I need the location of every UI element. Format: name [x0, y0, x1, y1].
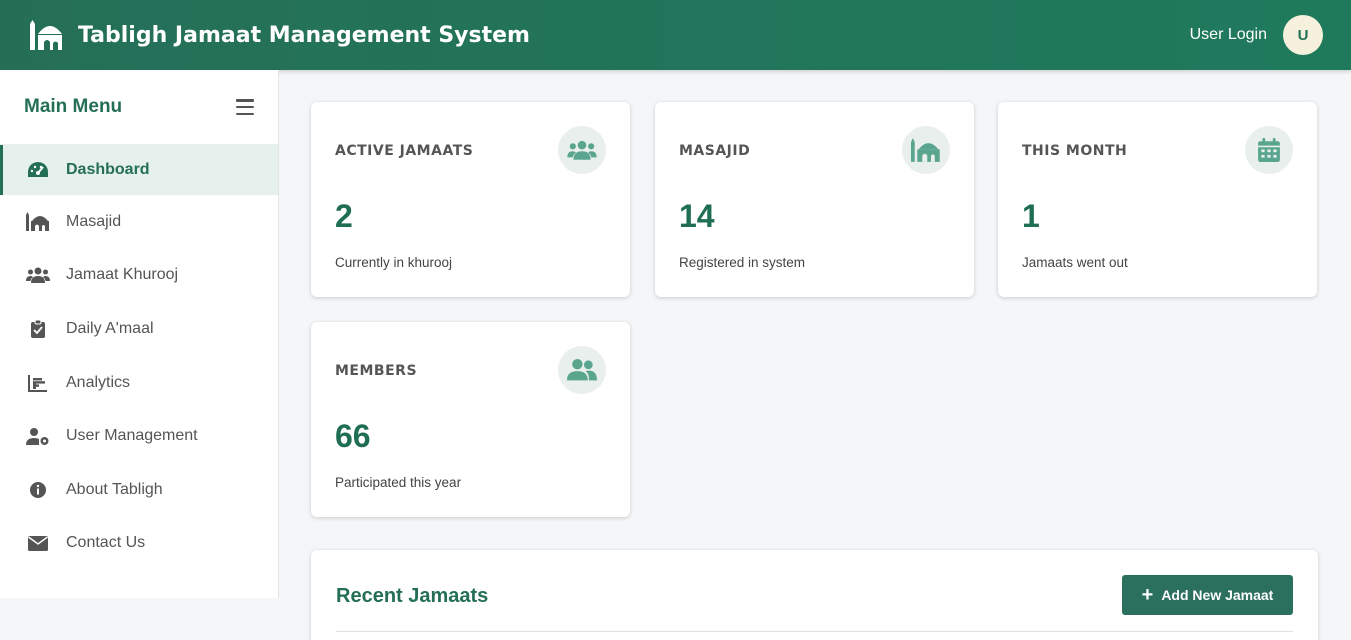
stat-card-masajid[interactable]: MASAJID 14 Registered in system	[655, 102, 974, 297]
header-actions: User Login U	[1190, 15, 1323, 55]
stat-value: 14	[679, 198, 715, 234]
bar-chart-icon	[26, 373, 50, 393]
recent-jamaats-panel: Recent Jamaats + Add New Jamaat	[311, 550, 1318, 640]
sidebar-item-label: Daily A'maal	[66, 319, 154, 337]
sidebar-title: Main Menu	[24, 96, 123, 117]
sidebar-item-jamaat-khurooj[interactable]: Jamaat Khurooj	[0, 249, 278, 303]
add-button-label: Add New Jamaat	[1161, 587, 1274, 603]
plus-icon: +	[1141, 584, 1154, 606]
user-login-link[interactable]: User Login	[1190, 26, 1267, 44]
sidebar-item-label: About Tabligh	[66, 480, 163, 498]
sidebar-item-dashboard[interactable]: Dashboard	[0, 145, 278, 195]
stat-label: ACTIVE JAMAATS	[335, 143, 474, 159]
stat-subtitle: Registered in system	[679, 255, 806, 270]
sidebar-item-label: Analytics	[66, 373, 131, 391]
user-cog-icon	[26, 426, 50, 446]
stat-label: MASAJID	[679, 143, 751, 159]
envelope-icon	[26, 533, 50, 553]
brand[interactable]: Tabligh Jamaat Management System	[28, 20, 530, 50]
mosque-icon	[902, 126, 950, 174]
app-title: Tabligh Jamaat Management System	[78, 22, 530, 48]
stat-label: THIS MONTH	[1022, 143, 1128, 159]
info-icon	[26, 480, 50, 500]
stat-subtitle: Jamaats went out	[1022, 255, 1128, 270]
main-menu: Dashboard Masajid Jamaat Khurooj Daily A…	[0, 145, 278, 570]
calendar-icon	[1245, 126, 1293, 174]
hamburger-icon[interactable]	[236, 99, 254, 115]
stat-value: 1	[1022, 198, 1040, 234]
users-icon	[558, 126, 606, 174]
stat-card-active-jamaats[interactable]: ACTIVE JAMAATS 2 Currently in khurooj	[311, 102, 630, 297]
stat-card-members[interactable]: MEMBERS 66 Participated this year	[311, 322, 630, 517]
sidebar-item-label: Dashboard	[66, 161, 150, 178]
sidebar-item-masajid[interactable]: Masajid	[0, 195, 278, 249]
mosque-icon	[28, 20, 66, 50]
sidebar: Main Menu Dashboard Masajid Jamaat Khuro…	[0, 70, 279, 598]
stat-value: 2	[335, 198, 353, 234]
stat-subtitle: Currently in khurooj	[335, 255, 453, 270]
app-header: Tabligh Jamaat Management System User Lo…	[0, 0, 1351, 70]
clipboard-icon	[26, 319, 50, 339]
stat-card-this-month[interactable]: THIS MONTH 1 Jamaats went out	[998, 102, 1317, 297]
mosque-icon	[26, 212, 50, 232]
stat-value: 66	[335, 418, 371, 454]
sidebar-item-contact-us[interactable]: Contact Us	[0, 517, 278, 571]
gauge-icon	[26, 160, 50, 180]
sidebar-item-label: User Management	[66, 427, 198, 445]
stat-subtitle: Participated this year	[335, 475, 462, 490]
sidebar-item-daily-amaal[interactable]: Daily A'maal	[0, 302, 278, 356]
sidebar-item-analytics[interactable]: Analytics	[0, 356, 278, 410]
user-group-icon	[558, 346, 606, 394]
sidebar-item-label: Contact Us	[66, 534, 146, 552]
stat-label: MEMBERS	[335, 363, 418, 379]
users-icon	[26, 265, 50, 285]
add-new-jamaat-button[interactable]: + Add New Jamaat	[1122, 575, 1293, 615]
section-title: Recent Jamaats	[336, 585, 489, 607]
sidebar-item-about-tabligh[interactable]: About Tabligh	[0, 463, 278, 517]
avatar[interactable]: U	[1283, 15, 1323, 55]
sidebar-item-label: Masajid	[66, 212, 122, 230]
sidebar-item-label: Jamaat Khurooj	[66, 266, 179, 284]
sidebar-item-user-management[interactable]: User Management	[0, 409, 278, 463]
divider	[336, 631, 1293, 632]
sidebar-header: Main Menu	[0, 70, 278, 145]
